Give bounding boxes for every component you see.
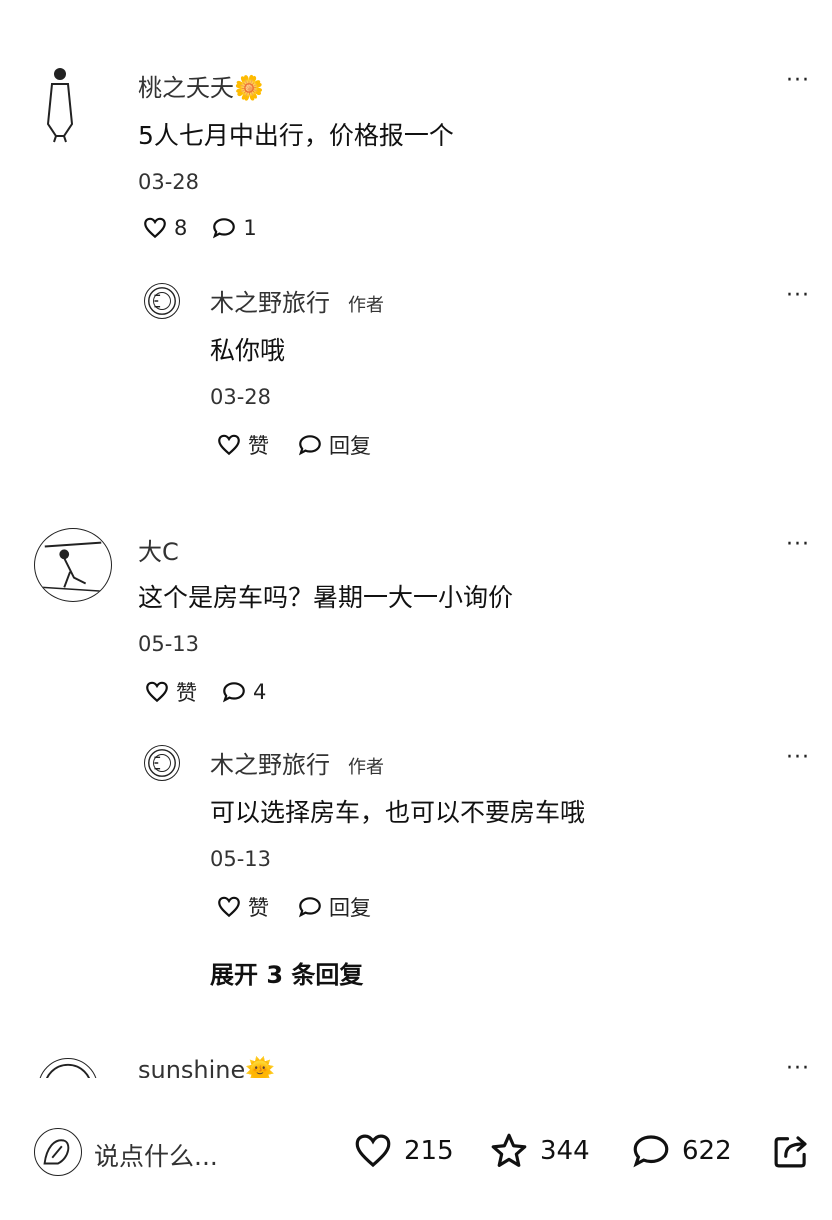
reply-button[interactable]: 回复 bbox=[297, 892, 371, 922]
reply-actions: 赞 回复 bbox=[216, 892, 395, 922]
expand-replies-button[interactable]: 展开 3 条回复 bbox=[210, 955, 363, 990]
post-comment-button[interactable]: 622 bbox=[630, 1130, 732, 1172]
reply-label: 回复 bbox=[329, 896, 371, 920]
author-tag: 作者 bbox=[348, 295, 384, 316]
post-like-button[interactable]: 215 bbox=[352, 1130, 454, 1172]
reply-date: 03-28 bbox=[210, 385, 272, 409]
like-label: 赞 bbox=[176, 681, 197, 705]
reply-label: 回复 bbox=[329, 434, 371, 458]
reply-count: 4 bbox=[253, 680, 267, 704]
like-button[interactable]: 8 bbox=[142, 215, 187, 241]
avatar[interactable] bbox=[144, 283, 180, 319]
my-avatar[interactable] bbox=[34, 1128, 82, 1176]
author-tag: 作者 bbox=[348, 757, 384, 778]
post-like-count: 215 bbox=[404, 1136, 454, 1166]
reply-author[interactable]: 木之野旅行 作者 bbox=[210, 745, 384, 780]
avatar[interactable] bbox=[38, 1058, 98, 1078]
reply-author[interactable]: 木之野旅行 作者 bbox=[210, 283, 384, 318]
comment-actions: 赞 4 bbox=[144, 677, 290, 707]
like-count: 8 bbox=[174, 216, 188, 240]
more-icon[interactable]: ··· bbox=[786, 68, 810, 93]
heart-icon bbox=[355, 1134, 391, 1168]
reply-actions: 赞 回复 bbox=[216, 430, 395, 460]
post-comment-count: 622 bbox=[682, 1136, 732, 1166]
comment-text: 这个是房车吗？暑期一大一小询价 bbox=[138, 583, 514, 612]
heart-icon bbox=[146, 681, 168, 703]
comment-feed: 桃之夭夭🌼 ··· 5人七月中出行，价格报一个 03-28 8 1 木之野旅行作… bbox=[0, 0, 832, 1078]
comment-icon bbox=[633, 1135, 669, 1168]
like-label: 赞 bbox=[248, 896, 269, 920]
reply-count: 1 bbox=[243, 216, 257, 240]
more-icon[interactable]: ··· bbox=[786, 745, 810, 770]
avatar[interactable] bbox=[144, 745, 180, 781]
more-icon[interactable]: ··· bbox=[786, 283, 810, 308]
comment-date: 03-28 bbox=[138, 170, 200, 194]
reply-author-name: 木之野旅行 bbox=[210, 751, 330, 779]
like-button[interactable]: 赞 bbox=[216, 430, 269, 460]
post-star-count: 344 bbox=[540, 1136, 590, 1166]
comment-icon bbox=[298, 897, 321, 918]
more-icon[interactable]: ··· bbox=[786, 532, 810, 557]
heart-icon bbox=[218, 896, 240, 918]
heart-icon bbox=[218, 434, 240, 456]
post-star-button[interactable]: 344 bbox=[488, 1130, 590, 1172]
comment-author[interactable]: sunshine🌞 bbox=[138, 1056, 275, 1078]
heart-icon bbox=[144, 217, 166, 239]
reply-text: 私你哦 bbox=[210, 336, 286, 365]
reply-author-name: 木之野旅行 bbox=[210, 289, 330, 317]
comment-date: 05-13 bbox=[138, 632, 200, 656]
comment-icon bbox=[213, 218, 236, 239]
comment-icon bbox=[222, 682, 245, 703]
comment-input[interactable]: 说点什么... bbox=[94, 1137, 218, 1173]
more-icon[interactable]: ··· bbox=[786, 1056, 810, 1078]
comment-actions: 8 1 bbox=[142, 215, 281, 241]
reply-text: 可以选择房车，也可以不要房车哦 bbox=[210, 798, 586, 827]
comment-author[interactable]: 大C bbox=[138, 532, 179, 567]
like-button[interactable]: 赞 bbox=[144, 677, 197, 707]
share-icon[interactable] bbox=[770, 1130, 812, 1172]
reply-count-button[interactable]: 4 bbox=[221, 679, 266, 705]
like-button[interactable]: 赞 bbox=[216, 892, 269, 922]
avatar[interactable] bbox=[34, 528, 112, 602]
reply-button[interactable]: 回复 bbox=[297, 430, 371, 460]
comment-text: 5人七月中出行，价格报一个 bbox=[138, 121, 454, 150]
reply-date: 05-13 bbox=[210, 847, 272, 871]
reply-count-button[interactable]: 1 bbox=[211, 215, 257, 241]
star-icon bbox=[491, 1133, 527, 1167]
avatar[interactable] bbox=[38, 64, 86, 144]
comment-author[interactable]: 桃之夭夭🌼 bbox=[138, 68, 264, 103]
like-label: 赞 bbox=[248, 434, 269, 458]
comment-icon bbox=[298, 435, 321, 456]
